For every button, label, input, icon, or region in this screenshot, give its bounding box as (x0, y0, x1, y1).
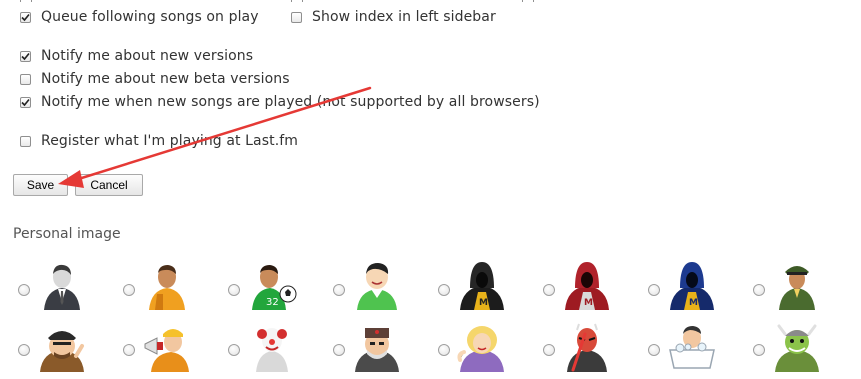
hooded-figure-red-avatar-icon[interactable]: M (561, 258, 613, 310)
avatar-radio[interactable] (648, 284, 660, 296)
annotation-arrow-icon (58, 86, 372, 188)
svg-text:32: 32 (266, 297, 279, 308)
avatar-radio[interactable] (753, 344, 765, 356)
megaphone-builder-avatar-icon[interactable] (141, 320, 193, 372)
avatar-radio[interactable] (648, 344, 660, 356)
pirate-avatar-icon[interactable] (36, 320, 88, 372)
clown-avatar-icon[interactable] (246, 320, 298, 372)
avatar-radio[interactable] (123, 344, 135, 356)
section-title-personal-image: Personal image (13, 226, 121, 242)
avatar-radio[interactable] (543, 284, 555, 296)
hooded-figure-yellow-avatar-icon[interactable]: M (456, 258, 508, 310)
businessman-avatar-icon[interactable] (36, 258, 88, 310)
svg-text:M: M (689, 298, 698, 308)
football-player-avatar-icon[interactable]: 32 (246, 258, 298, 310)
avatar-radio[interactable] (18, 344, 30, 356)
avatar-radio[interactable] (228, 284, 240, 296)
smiling-boy-avatar-icon[interactable] (351, 258, 403, 310)
sith-lightsaber-avatar-icon[interactable] (561, 320, 613, 372)
soldier-avatar-icon[interactable] (771, 258, 823, 310)
avatar-radio[interactable] (333, 344, 345, 356)
avatar-radio[interactable] (123, 284, 135, 296)
avatar-radio[interactable] (333, 284, 345, 296)
hooded-figure-blue-avatar-icon[interactable]: M (666, 258, 718, 310)
avatar-radio[interactable] (753, 284, 765, 296)
blonde-woman-avatar-icon[interactable] (456, 320, 508, 372)
russian-officer-avatar-icon[interactable] (351, 320, 403, 372)
avatar-radio[interactable] (18, 284, 30, 296)
svg-text:M: M (584, 298, 593, 308)
avatar-radio[interactable] (438, 284, 450, 296)
svg-text:M: M (479, 298, 488, 308)
viking-avatar-icon[interactable] (771, 320, 823, 372)
avatar-radio[interactable] (228, 344, 240, 356)
avatar-radio[interactable] (543, 344, 555, 356)
avatar-radio[interactable] (438, 344, 450, 356)
worker-avatar-icon[interactable] (141, 258, 193, 310)
bathtub-man-avatar-icon[interactable] (666, 320, 718, 372)
